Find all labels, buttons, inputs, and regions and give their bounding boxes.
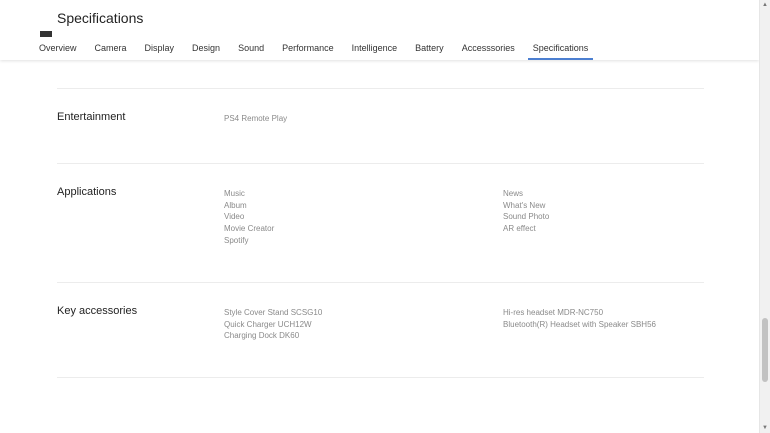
section-title-key-accessories: Key accessories <box>57 305 138 317</box>
tab-camera[interactable]: Camera <box>86 38 136 60</box>
page-viewport: Specifications Overview Camera Display D… <box>0 0 770 433</box>
list-item: Album <box>224 200 247 210</box>
tab-accessories[interactable]: Accesssories <box>453 38 524 60</box>
tab-intelligence[interactable]: Intelligence <box>343 38 407 60</box>
scroll-down-arrow-icon[interactable]: ▼ <box>760 423 770 433</box>
accessories-list-left: Style Cover Stand SCSG10 Quick Charger U… <box>224 307 322 342</box>
tab-design[interactable]: Design <box>183 38 229 60</box>
list-item: Hi-res headset MDR-NC750 <box>503 308 604 317</box>
list-item: Sound Photo <box>503 212 550 222</box>
scroll-up-arrow-icon[interactable]: ▲ <box>760 0 770 10</box>
tab-display[interactable]: Display <box>136 38 184 60</box>
list-item: Movie Creator <box>224 224 275 234</box>
scrollbar-thumb[interactable] <box>762 318 768 382</box>
sticky-header: Specifications Overview Camera Display D… <box>0 0 759 60</box>
tab-specifications[interactable]: Specifications <box>524 38 598 60</box>
page-title: Specifications <box>57 10 144 26</box>
section-title-entertainment: Entertainment <box>57 111 126 123</box>
accessories-list-right: Hi-res headset MDR-NC750 Bluetooth(R) He… <box>503 307 656 330</box>
specs-content: Entertainment PS4 Remote Play Applicatio… <box>0 60 759 433</box>
applications-list-right: News What's New Sound Photo AR effect <box>503 188 549 235</box>
vertical-scrollbar[interactable]: ▲ ▼ <box>759 0 770 433</box>
list-item: News <box>503 189 524 198</box>
list-item: Style Cover Stand SCSG10 <box>224 308 323 317</box>
applications-list-left: Music Album Video Movie Creator Spotify <box>224 188 274 247</box>
list-item: Bluetooth(R) Headset with Speaker SBH56 <box>503 319 656 329</box>
section-divider <box>57 282 704 283</box>
list-item: Charging Dock DK60 <box>224 331 300 341</box>
list-item: Music <box>224 189 245 198</box>
tab-bar: Overview Camera Display Design Sound Per… <box>30 38 597 60</box>
tab-overview[interactable]: Overview <box>30 38 86 60</box>
entertainment-list: PS4 Remote Play <box>224 113 287 125</box>
logo-fragment <box>40 31 52 37</box>
tab-performance[interactable]: Performance <box>273 38 343 60</box>
list-item: PS4 Remote Play <box>224 114 288 123</box>
list-item: What's New <box>503 200 546 210</box>
list-item: AR effect <box>503 224 536 234</box>
list-item: Video <box>224 212 245 222</box>
section-divider <box>57 88 704 89</box>
tab-battery[interactable]: Battery <box>406 38 453 60</box>
tab-sound[interactable]: Sound <box>229 38 273 60</box>
section-divider <box>57 163 704 164</box>
section-divider <box>57 377 704 378</box>
list-item: Spotify <box>224 235 249 245</box>
section-title-applications: Applications <box>57 186 117 198</box>
list-item: Quick Charger UCH12W <box>224 319 312 329</box>
